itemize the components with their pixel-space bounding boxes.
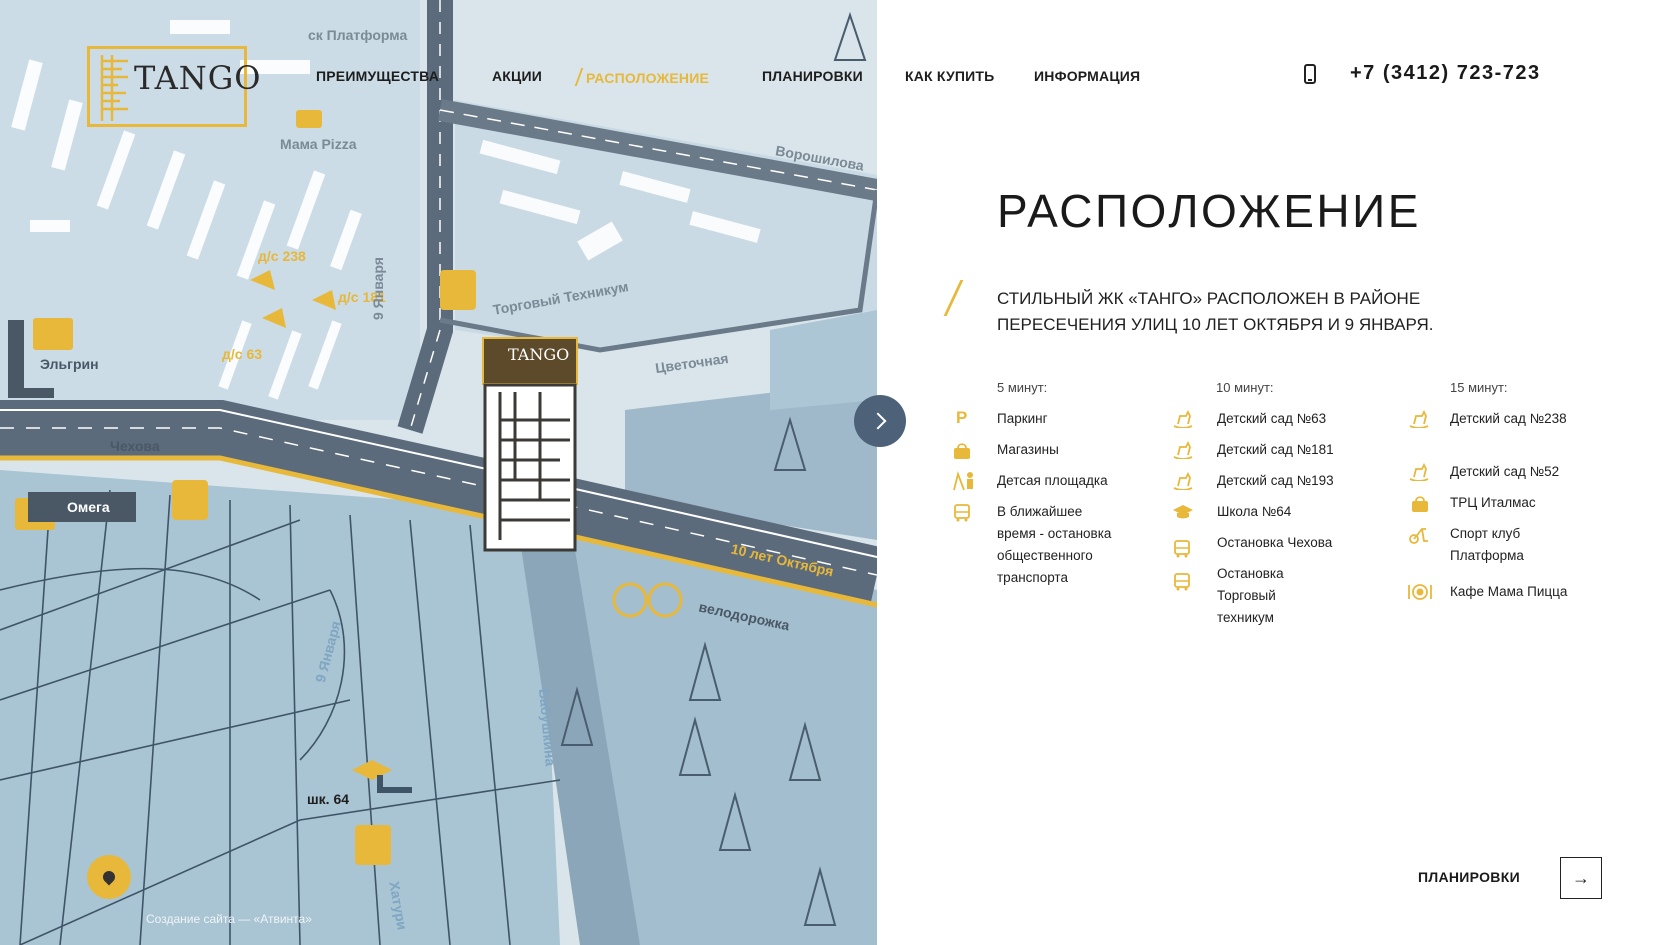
nav-kak-kupit[interactable]: КАК КУПИТЬ bbox=[905, 68, 994, 84]
column-heading: 15 минут: bbox=[1450, 380, 1508, 395]
map-label-ds238: д/с 238 bbox=[258, 248, 306, 264]
arrow-right-icon: → bbox=[1572, 867, 1590, 888]
phone-number: +7 (3412) 723-723 bbox=[1350, 62, 1541, 84]
map-graphic bbox=[0, 0, 877, 945]
map-label-jan9-top: 9 Января bbox=[370, 257, 386, 320]
nav-raspolozhenie[interactable]: РАСПОЛОЖЕНИЕ bbox=[574, 68, 710, 86]
column-15-min: 15 минут: bbox=[1450, 380, 1610, 408]
column-5-min: 5 минут: bbox=[997, 380, 1157, 408]
amenity-label: Детский сад №63 bbox=[1217, 411, 1327, 426]
amenity-label: Остановка Торговый техникум bbox=[1217, 566, 1284, 625]
lead-slash-icon bbox=[943, 280, 964, 316]
phone-contact[interactable]: +7 (3412) 723-723 bbox=[1304, 62, 1541, 85]
page-title: РАСПОЛОЖЕНИЕ bbox=[997, 185, 1421, 237]
location-map[interactable]: ск Платформа Мама Pizza Ворошилова д/с 2… bbox=[0, 0, 877, 945]
amenity-label: В ближайшее время - остановка общественн… bbox=[997, 504, 1112, 585]
nav-planirovki[interactable]: ПЛАНИРОВКИ bbox=[762, 68, 863, 84]
parking-icon: P bbox=[956, 408, 968, 427]
nav-aktsii[interactable]: АКЦИИ bbox=[492, 68, 542, 84]
rocking-horse-icon bbox=[1409, 410, 1429, 428]
amenity-label: Детский сад №181 bbox=[1217, 442, 1334, 457]
amenity-label: Детсая площадка bbox=[997, 473, 1108, 488]
phone-icon bbox=[1304, 63, 1316, 84]
bus-icon bbox=[954, 504, 970, 522]
logo[interactable]: TANGO bbox=[87, 46, 261, 127]
cafe-icon bbox=[1408, 584, 1432, 600]
amenity-label: Школа №64 bbox=[1217, 504, 1292, 519]
playground-icon bbox=[953, 470, 973, 491]
amenity-label: Паркинг bbox=[997, 411, 1048, 426]
map-label-platforma: ск Платформа bbox=[308, 27, 408, 43]
site-credit-link[interactable]: Создание сайта — «Атвинта» bbox=[146, 912, 312, 926]
map-label-school64: шк. 64 bbox=[307, 791, 350, 807]
map-building-label: TANGO bbox=[508, 345, 570, 364]
map-label-chekhova: Чехова bbox=[110, 438, 160, 454]
rocking-horse-icon bbox=[1409, 463, 1429, 481]
graduation-cap-icon bbox=[1173, 505, 1193, 519]
map-label-ds63: д/с 63 bbox=[222, 346, 263, 362]
map-label-mama-pizza: Мама Pizza bbox=[280, 136, 357, 152]
rocking-horse-icon bbox=[1173, 410, 1193, 428]
rocking-horse-icon bbox=[1173, 472, 1193, 490]
map-label-elgrin: Эльгрин bbox=[40, 356, 99, 372]
amenity-label: Магазины bbox=[997, 442, 1059, 457]
amenity-label: Кафе Мама Пицца bbox=[1450, 584, 1568, 599]
shopping-bag-icon bbox=[954, 443, 970, 459]
bus-icon bbox=[1174, 573, 1190, 591]
column-10-min: 10 минут: bbox=[1216, 380, 1376, 408]
planirovki-arrow-button[interactable]: → bbox=[1560, 857, 1602, 899]
map-label-omega: Омега bbox=[67, 499, 110, 515]
exercise-bike-icon bbox=[1409, 528, 1428, 544]
nav-preimushchestva[interactable]: ПРЕИМУЩЕСТВА bbox=[316, 68, 439, 84]
shopping-bag-icon bbox=[1412, 496, 1428, 512]
amenity-label: Детский сад №193 bbox=[1217, 473, 1334, 488]
amenity-label: Детский сад №52 bbox=[1450, 464, 1560, 479]
column-heading: 10 минут: bbox=[1216, 380, 1274, 395]
amenity-label: Спорт клуб Платформа bbox=[1450, 526, 1524, 563]
amenity-label: Детский сад №238 bbox=[1450, 411, 1567, 426]
next-slide-button[interactable] bbox=[854, 395, 906, 447]
planirovki-link[interactable]: ПЛАНИРОВКИ bbox=[1418, 869, 1520, 885]
nav-raspolozhenie-label: РАСПОЛОЖЕНИЕ bbox=[586, 70, 710, 86]
pin-icon bbox=[100, 868, 118, 886]
column-heading: 5 минут: bbox=[997, 380, 1048, 395]
logo-text: TANGO bbox=[134, 59, 262, 97]
bus-icon bbox=[1174, 540, 1190, 558]
chevron-right-icon bbox=[869, 412, 886, 430]
amenity-label: ТРЦ Италмас bbox=[1450, 495, 1536, 510]
logo-mark-icon bbox=[100, 55, 128, 121]
lead-text: СТИЛЬНЫЙ ЖК «ТАНГО» РАСПОЛОЖЕН В РАЙОНЕ … bbox=[997, 289, 1434, 334]
location-pin-button[interactable] bbox=[87, 855, 131, 899]
rocking-horse-icon bbox=[1173, 441, 1193, 459]
amenity-label: Остановка Чехова bbox=[1217, 535, 1333, 550]
nav-informatsiya[interactable]: ИНФОРМАЦИЯ bbox=[1034, 68, 1140, 84]
